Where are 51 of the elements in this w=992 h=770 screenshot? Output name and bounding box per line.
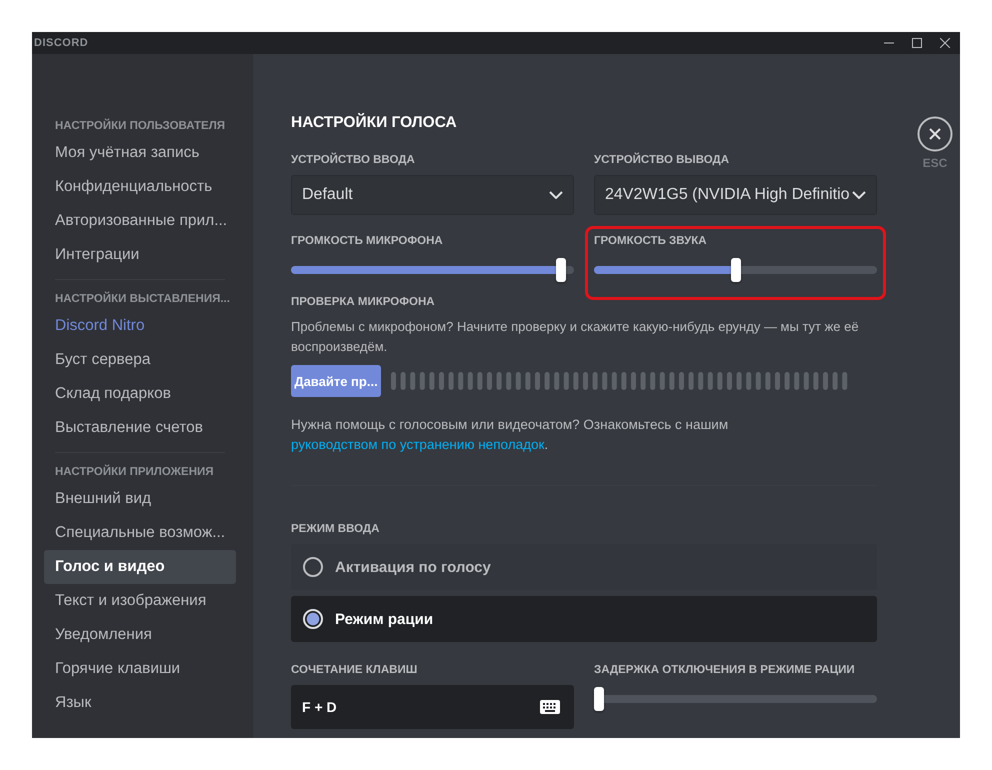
- sidebar-item[interactable]: Голос и видео: [44, 550, 236, 584]
- chevron-down-icon[interactable]: [549, 191, 563, 199]
- sidebar-item[interactable]: Выставление счетов: [44, 411, 236, 445]
- sidebar-item[interactable]: Уведомления: [44, 618, 236, 652]
- section-header: НАСТРОЙКИ ПОЛЬЗОВАТЕЛЯ: [54, 118, 226, 134]
- field-label: УСТРОЙСТВО ВЫВОДА: [594, 154, 730, 166]
- shortcut-field[interactable]: F + D: [291, 685, 574, 729]
- sidebar-item[interactable]: Склад подарков: [44, 377, 236, 411]
- section-header: НАСТРОЙКИ ВЫСТАВЛЕНИЯ...: [54, 290, 231, 307]
- close-icon[interactable]: [917, 116, 953, 152]
- field-label: ЗАДЕРЖКА ОТКЛЮЧЕНИЯ В РЕЖИМЕ РАЦИИ: [594, 664, 856, 676]
- help-link[interactable]: руководством по устранению неполадок: [291, 437, 544, 452]
- chevron-down-icon[interactable]: [852, 191, 866, 199]
- sidebar-item[interactable]: Конфиденциальность: [44, 170, 236, 204]
- slider-handle[interactable]: [556, 258, 566, 282]
- field-label: СОЧЕТАНИЕ КЛАВИШ: [291, 664, 418, 676]
- sidebar-item[interactable]: Специальные возмож...: [44, 516, 236, 550]
- sidebar-item[interactable]: Discord Nitro: [44, 309, 236, 343]
- field-label: ГРОМКОСТЬ МИКРОФОНА: [291, 235, 444, 247]
- maximize-icon[interactable]: [912, 38, 922, 48]
- slider[interactable]: [594, 687, 877, 711]
- radio-button[interactable]: [303, 609, 323, 629]
- sidebar-item[interactable]: Интеграции: [44, 238, 236, 272]
- radio-button[interactable]: [303, 557, 323, 577]
- description-text: Проблемы с микрофоном? Начните проверку и скажите какую-нибудь ерунду — мы тут же её воспроизведём.: [291, 318, 860, 356]
- close-icon[interactable]: [940, 38, 950, 48]
- slider[interactable]: [594, 258, 877, 282]
- dropdown[interactable]: Default: [291, 175, 574, 215]
- field-label: РЕЖИМ ВВОДА: [291, 523, 380, 535]
- sidebar-item[interactable]: Горячие клавиши: [44, 652, 236, 686]
- dropdown[interactable]: 24V2W1G5 (NVIDIA High Definitio: [594, 175, 877, 215]
- slider[interactable]: [291, 258, 574, 282]
- slider-handle[interactable]: [594, 687, 604, 711]
- section-title: НАСТРОЙКИ ГОЛОСА: [291, 114, 458, 132]
- sidebar-item[interactable]: Авторизованные прил...: [44, 204, 236, 238]
- slider-handle[interactable]: [730, 258, 740, 282]
- sidebar-item[interactable]: Моя учётная запись: [44, 136, 236, 170]
- radio-option[interactable]: Активация по голосу: [291, 544, 877, 590]
- sidebar-item[interactable]: Внешний вид: [44, 482, 236, 516]
- field-label: ПРОВЕРКА МИКРОФОНА: [291, 296, 436, 308]
- field-label: УСТРОЙСТВО ВВОДА: [291, 154, 416, 166]
- sidebar-item[interactable]: Текст и изображения: [44, 584, 236, 618]
- esc-label: ESC: [922, 156, 948, 170]
- radio-option[interactable]: Режим рации: [291, 596, 877, 642]
- keyboard-icon[interactable]: [540, 700, 560, 714]
- app-logo: DISCORD: [34, 37, 88, 49]
- section-header: НАСТРОЙКИ ПРИЛОЖЕНИЯ: [54, 464, 215, 480]
- field-label: ГРОМКОСТЬ ЗВУКА: [594, 235, 708, 247]
- sidebar-item[interactable]: Язык: [44, 686, 236, 720]
- help-text: Нужна помощь с голосовым или видеочатом? Ознакомьтесь с нашим руководством по устранению неполадок.: [291, 416, 730, 454]
- sidebar-item[interactable]: Буст сервера: [44, 343, 236, 377]
